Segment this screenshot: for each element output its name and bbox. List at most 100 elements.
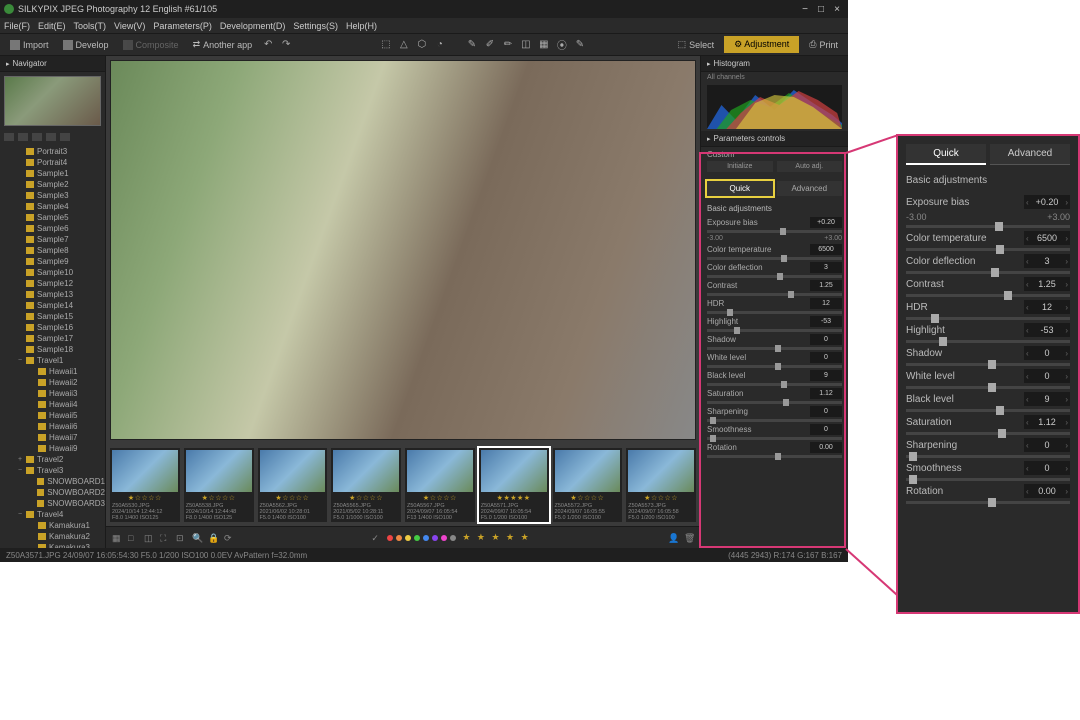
marker-icon[interactable]: ✎ [574,39,586,51]
slider-color-temperature[interactable]: Color temperature6500 [906,231,1070,251]
slider-rotation[interactable]: Rotation0.00 [906,484,1070,504]
slider-sharpening[interactable]: Sharpening0 [906,438,1070,458]
thumbnail[interactable]: ★☆☆☆☆Z50A5565.JPG2021/05/02 10:28:11F5.0… [331,448,401,522]
brush3-icon[interactable]: ✏ [502,39,514,51]
dropper-icon[interactable]: ⦿ [556,39,568,51]
spot-icon[interactable]: ◔ [434,39,446,51]
image-preview[interactable] [110,60,696,440]
check-icon[interactable]: ✓ [371,533,381,543]
folder-item[interactable]: Sample15 [0,311,105,322]
slider-smoothness[interactable]: Smoothness0 [707,424,842,440]
maximize-button[interactable]: □ [814,2,828,16]
slider-color-deflection[interactable]: Color deflection3 [707,262,842,278]
advanced-tab[interactable]: Advanced [777,181,843,196]
tab-icon[interactable] [18,133,28,141]
slider-contrast[interactable]: Contrast1.25 [906,277,1070,297]
slider-highlight[interactable]: Highlight-53 [906,323,1070,343]
folder-item[interactable]: −Travel3 [0,465,105,476]
color-label-dot[interactable] [432,535,438,541]
menu-item[interactable]: Help(H) [346,21,377,31]
adjustment-button[interactable]: ⚙ Adjustment [724,36,799,53]
slider-hdr[interactable]: HDR12 [906,300,1070,320]
folder-item[interactable]: Hawaii7 [0,432,105,443]
histogram-header[interactable]: Histogram [701,56,848,72]
grid-icon[interactable]: ▦ [112,533,122,543]
folder-item[interactable]: Kamakura2 [0,531,105,542]
folder-item[interactable]: Portrait4 [0,157,105,168]
refresh-icon[interactable]: ⟳ [224,533,234,543]
folder-item[interactable]: Hawaii1 [0,366,105,377]
another-app-button[interactable]: ⇄Another app [189,37,257,52]
filmstrip[interactable]: ★☆☆☆☆Z50A5530.JPG2024/10/14 12:44:12F8.0… [106,444,700,526]
folder-item[interactable]: −Travel1 [0,355,105,366]
tab-icon[interactable] [46,133,56,141]
menu-item[interactable]: Settings(S) [293,21,338,31]
slider-sharpening[interactable]: Sharpening0 [707,406,842,422]
slider-color-temperature[interactable]: Color temperature6500 [707,244,842,260]
folder-item[interactable]: Portrait3 [0,146,105,157]
trash-icon[interactable]: 🗑 [684,533,694,543]
slider-black-level[interactable]: Black level9 [906,392,1070,412]
thumbnail[interactable]: ★★★★★Z50A5571.JPG2024/09/07 16:05:54F5.0… [479,448,549,522]
slider-shadow[interactable]: Shadow0 [906,346,1070,366]
navigator-preview[interactable] [4,76,101,126]
folder-item[interactable]: Sample5 [0,212,105,223]
eraser-icon[interactable]: ◫ [520,39,532,51]
color-label-dot[interactable] [423,535,429,541]
folder-item[interactable]: Sample6 [0,223,105,234]
folder-item[interactable]: Sample1 [0,168,105,179]
rating-stars[interactable]: ★ ★ ★ ★ ★ [462,532,530,543]
develop-button[interactable]: Develop [59,38,113,52]
folder-item[interactable]: Hawaii6 [0,421,105,432]
slider-rotation[interactable]: Rotation0.00 [707,442,842,458]
thumbnail[interactable]: ★☆☆☆☆Z50A5573.JPG2024/09/07 16:05:58F5.0… [626,448,696,522]
folder-item[interactable]: Sample9 [0,256,105,267]
thumbnail[interactable]: ★☆☆☆☆Z50A5530.JPG2024/10/14 12:44:12F8.0… [110,448,180,522]
color-label-dot[interactable] [441,535,447,541]
color-label-dot[interactable] [405,535,411,541]
user-icon[interactable]: 👤 [668,533,678,543]
tab-icon[interactable] [32,133,42,141]
select-button[interactable]: ⬚Select [674,37,719,52]
brush2-icon[interactable]: ✐ [484,39,496,51]
undo-icon[interactable]: ↶ [262,39,274,51]
slider-white-level[interactable]: White level0 [906,369,1070,389]
folder-tree[interactable]: Portrait3Portrait4Sample1Sample2Sample3 S… [0,144,105,548]
folder-item[interactable]: +Travel2 [0,454,105,465]
color-label-dot[interactable] [396,535,402,541]
folder-item[interactable]: Sample16 [0,322,105,333]
folder-item[interactable]: Hawaii3 [0,388,105,399]
slider-shadow[interactable]: Shadow0 [707,334,842,350]
color-label-dot[interactable] [414,535,420,541]
slider-saturation[interactable]: Saturation1.12 [906,415,1070,435]
slider-exposure-bias[interactable]: Exposure bias+0.20-3.00+3.00 [906,195,1070,228]
tab-icon[interactable] [4,133,14,141]
folder-item[interactable]: SNOWBOARD3 [0,498,105,509]
parameters-header[interactable]: Parameters controls [701,131,848,147]
thumbnail[interactable]: ★☆☆☆☆Z50A5538.JPG2024/10/14 12:44:48F8.0… [184,448,254,522]
folder-item[interactable]: Sample3 [0,190,105,201]
folder-item[interactable]: SNOWBOARD1 [0,476,105,487]
folder-item[interactable]: −Travel4 [0,509,105,520]
menu-item[interactable]: Tools(T) [74,21,107,31]
auto-adj-button[interactable]: Auto adj. [777,161,843,172]
import-button[interactable]: Import [6,38,53,52]
tab-icon[interactable] [60,133,70,141]
folder-item[interactable]: Sample18 [0,344,105,355]
slider-highlight[interactable]: Highlight-53 [707,316,842,332]
slider-color-deflection[interactable]: Color deflection3 [906,254,1070,274]
menu-item[interactable]: File(F) [4,21,30,31]
print-button[interactable]: ⎙Print [805,37,842,52]
gradient-icon[interactable]: ▦ [538,39,550,51]
folder-item[interactable]: Sample2 [0,179,105,190]
folder-item[interactable]: Sample7 [0,234,105,245]
folder-item[interactable]: Sample17 [0,333,105,344]
slider-smoothness[interactable]: Smoothness0 [906,461,1070,481]
fullscreen-icon[interactable]: ⛶ [160,533,170,543]
compare-icon[interactable]: ◫ [144,533,154,543]
folder-item[interactable]: Sample13 [0,289,105,300]
single-icon[interactable]: □ [128,533,138,543]
thumbnail[interactable]: ★☆☆☆☆Z50A5567.JPG2024/09/07 16:05:54F13 … [405,448,475,522]
slider-saturation[interactable]: Saturation1.12 [707,388,842,404]
folder-item[interactable]: Sample12 [0,278,105,289]
